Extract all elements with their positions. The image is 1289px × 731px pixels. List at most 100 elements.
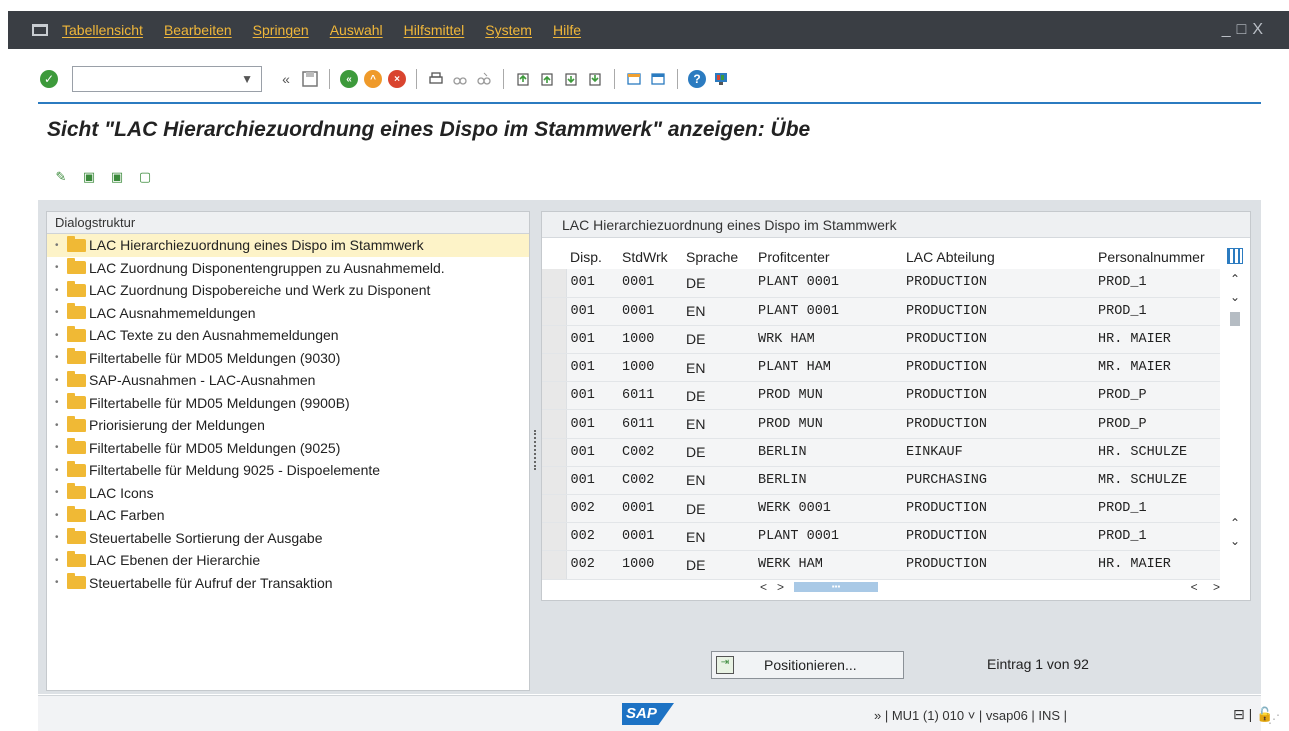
column-header-profitcenter[interactable]: Profitcenter <box>754 245 902 269</box>
cell-personalnummer[interactable]: PROD_P <box>1094 381 1220 411</box>
display-change-icon[interactable]: ✎ <box>52 168 70 186</box>
previous-page-icon[interactable] <box>537 69 557 89</box>
scroll-thumb[interactable]: ▪▪▪ <box>794 582 879 592</box>
menu-hilfsmittel[interactable]: Hilfsmittel <box>404 22 465 38</box>
cell-stdwrk[interactable]: 6011 <box>618 409 682 439</box>
tree-item[interactable]: • Priorisierung der Meldungen <box>47 414 529 437</box>
cell-profitcenter[interactable]: PROD MUN <box>754 381 902 411</box>
cell-sprache[interactable]: EN <box>682 353 754 383</box>
cell-lac-abteilung[interactable]: PRODUCTION <box>902 297 1094 326</box>
cell-sprache[interactable]: DE <box>682 325 754 355</box>
cell-stdwrk[interactable]: 1000 <box>618 550 682 580</box>
cell-lac-abteilung[interactable]: PRODUCTION <box>902 325 1094 355</box>
print-icon[interactable] <box>426 69 446 89</box>
cell-personalnummer[interactable]: PROD_1 <box>1094 269 1220 298</box>
cell-sprache[interactable]: EN <box>682 466 754 496</box>
vertical-scrollbar[interactable]: ⌃ ⌄ ⌃ ⌄ <box>1228 272 1242 582</box>
column-header-disp[interactable]: Disp. <box>566 245 618 269</box>
table-row[interactable]: 001 1000 EN PLANT HAM PRODUCTION MR. MAIER <box>542 353 1220 383</box>
table-row[interactable]: 001 C002 EN BERLIN PURCHASING MR. SCHULZE <box>542 466 1220 496</box>
table-row[interactable]: 002 0001 DE WERK 0001 PRODUCTION PROD_1 <box>542 494 1220 524</box>
tree-item[interactable]: • LAC Ausnahmemeldungen <box>47 302 529 325</box>
row-selector[interactable] <box>542 522 567 552</box>
scroll-right-icon[interactable]: > <box>777 580 784 594</box>
row-selector[interactable] <box>542 409 567 439</box>
new-session-icon[interactable] <box>624 69 644 89</box>
cell-stdwrk[interactable]: 0001 <box>618 297 682 326</box>
find-icon[interactable] <box>450 69 470 89</box>
row-selector[interactable] <box>542 494 567 524</box>
table-row[interactable]: 001 1000 DE WRK HAM PRODUCTION HR. MAIER <box>542 325 1220 355</box>
cell-lac-abteilung[interactable]: PRODUCTION <box>902 381 1094 411</box>
cell-disp[interactable]: 001 <box>566 269 618 298</box>
table-row[interactable]: 002 0001 EN PLANT 0001 PRODUCTION PROD_1 <box>542 522 1220 552</box>
cell-sprache[interactable]: EN <box>682 297 754 326</box>
cell-lac-abteilung[interactable]: PRODUCTION <box>902 522 1094 552</box>
customize-icon[interactable] <box>711 69 731 89</box>
cell-lac-abteilung[interactable]: PRODUCTION <box>902 494 1094 524</box>
scroll-up-icon[interactable]: ⌃ <box>1228 272 1242 290</box>
column-header-personalnummer[interactable]: Personalnummer <box>1094 245 1220 269</box>
cell-personalnummer[interactable]: PROD_1 <box>1094 297 1220 326</box>
cell-profitcenter[interactable]: PROD MUN <box>754 409 902 439</box>
cell-disp[interactable]: 001 <box>566 325 618 355</box>
cell-profitcenter[interactable]: WERK 0001 <box>754 494 902 524</box>
back-icon[interactable]: « <box>339 69 359 89</box>
command-field[interactable]: ▼ <box>72 66 262 92</box>
row-selector[interactable] <box>542 381 567 411</box>
exit-icon[interactable]: ^ <box>363 69 383 89</box>
cell-profitcenter[interactable]: PLANT 0001 <box>754 297 902 326</box>
cell-sprache[interactable]: DE <box>682 381 754 411</box>
tree-item[interactable]: • LAC Texte zu den Ausnahmemeldungen <box>47 324 529 347</box>
table-row[interactable]: 001 C002 DE BERLIN EINKAUF HR. SCHULZE <box>542 438 1220 467</box>
cell-disp[interactable]: 001 <box>566 438 618 467</box>
select-block-icon[interactable]: ▣ <box>108 168 126 186</box>
window-controls[interactable]: _□X <box>1222 21 1269 39</box>
scroll-thumb[interactable] <box>1230 312 1240 326</box>
position-button[interactable]: ⇥ Positionieren... <box>711 651 904 679</box>
find-next-icon[interactable] <box>474 69 494 89</box>
chevron-down-icon[interactable]: ▼ <box>241 72 253 86</box>
cell-disp[interactable]: 001 <box>566 353 618 383</box>
cell-sprache[interactable]: EN <box>682 522 754 552</box>
tree-item[interactable]: • LAC Zuordnung Dispobereiche und Werk zu… <box>47 279 529 302</box>
cell-sprache[interactable]: DE <box>682 438 754 467</box>
cell-profitcenter[interactable]: PLANT HAM <box>754 353 902 383</box>
tree-item[interactable]: • LAC Icons <box>47 482 529 505</box>
horizontal-scrollbar-right[interactable]: < > <box>1191 580 1226 594</box>
select-all-icon[interactable]: ▣ <box>80 168 98 186</box>
system-info[interactable]: » | MU1 (1) 010 ˅ | vsap06 | INS | <box>874 708 1067 723</box>
table-row[interactable]: 001 6011 DE PROD MUN PRODUCTION PROD_P <box>542 381 1220 411</box>
tree-item[interactable]: • LAC Ebenen der Hierarchie <box>47 549 529 572</box>
cell-profitcenter[interactable]: PLANT 0001 <box>754 522 902 552</box>
cell-lac-abteilung[interactable]: PRODUCTION <box>902 409 1094 439</box>
cell-stdwrk[interactable]: C002 <box>618 438 682 467</box>
row-selector[interactable] <box>542 297 567 326</box>
cell-profitcenter[interactable]: WRK HAM <box>754 325 902 355</box>
help-icon[interactable]: ? <box>687 69 707 89</box>
menu-bearbeiten[interactable]: Bearbeiten <box>164 22 232 38</box>
cell-stdwrk[interactable]: C002 <box>618 466 682 496</box>
scroll-up-icon[interactable]: ⌃ <box>1228 516 1242 534</box>
menu-auswahl[interactable]: Auswahl <box>330 22 383 38</box>
cell-sprache[interactable]: DE <box>682 550 754 580</box>
cell-disp[interactable]: 002 <box>566 494 618 524</box>
column-header-sprache[interactable]: Sprache <box>682 245 754 269</box>
menu-springen[interactable]: Springen <box>253 22 309 38</box>
cell-disp[interactable]: 001 <box>566 466 618 496</box>
cell-disp[interactable]: 001 <box>566 297 618 326</box>
tree-item[interactable]: • LAC Farben <box>47 504 529 527</box>
tree-item[interactable]: • Steuertabelle für Aufruf der Transaktio… <box>47 572 529 595</box>
table-settings-icon[interactable] <box>1227 248 1243 264</box>
cell-stdwrk[interactable]: 1000 <box>618 353 682 383</box>
cell-lac-abteilung[interactable]: EINKAUF <box>902 438 1094 467</box>
row-selector[interactable] <box>542 353 567 383</box>
cell-lac-abteilung[interactable]: PRODUCTION <box>902 550 1094 580</box>
column-header-stdwrk[interactable]: StdWrk <box>618 245 682 269</box>
cell-sprache[interactable]: DE <box>682 494 754 524</box>
cell-stdwrk[interactable]: 0001 <box>618 269 682 298</box>
row-selector[interactable] <box>542 438 567 467</box>
cell-lac-abteilung[interactable]: PRODUCTION <box>902 269 1094 298</box>
shortcut-icon[interactable] <box>648 69 668 89</box>
row-selector[interactable] <box>542 325 567 355</box>
